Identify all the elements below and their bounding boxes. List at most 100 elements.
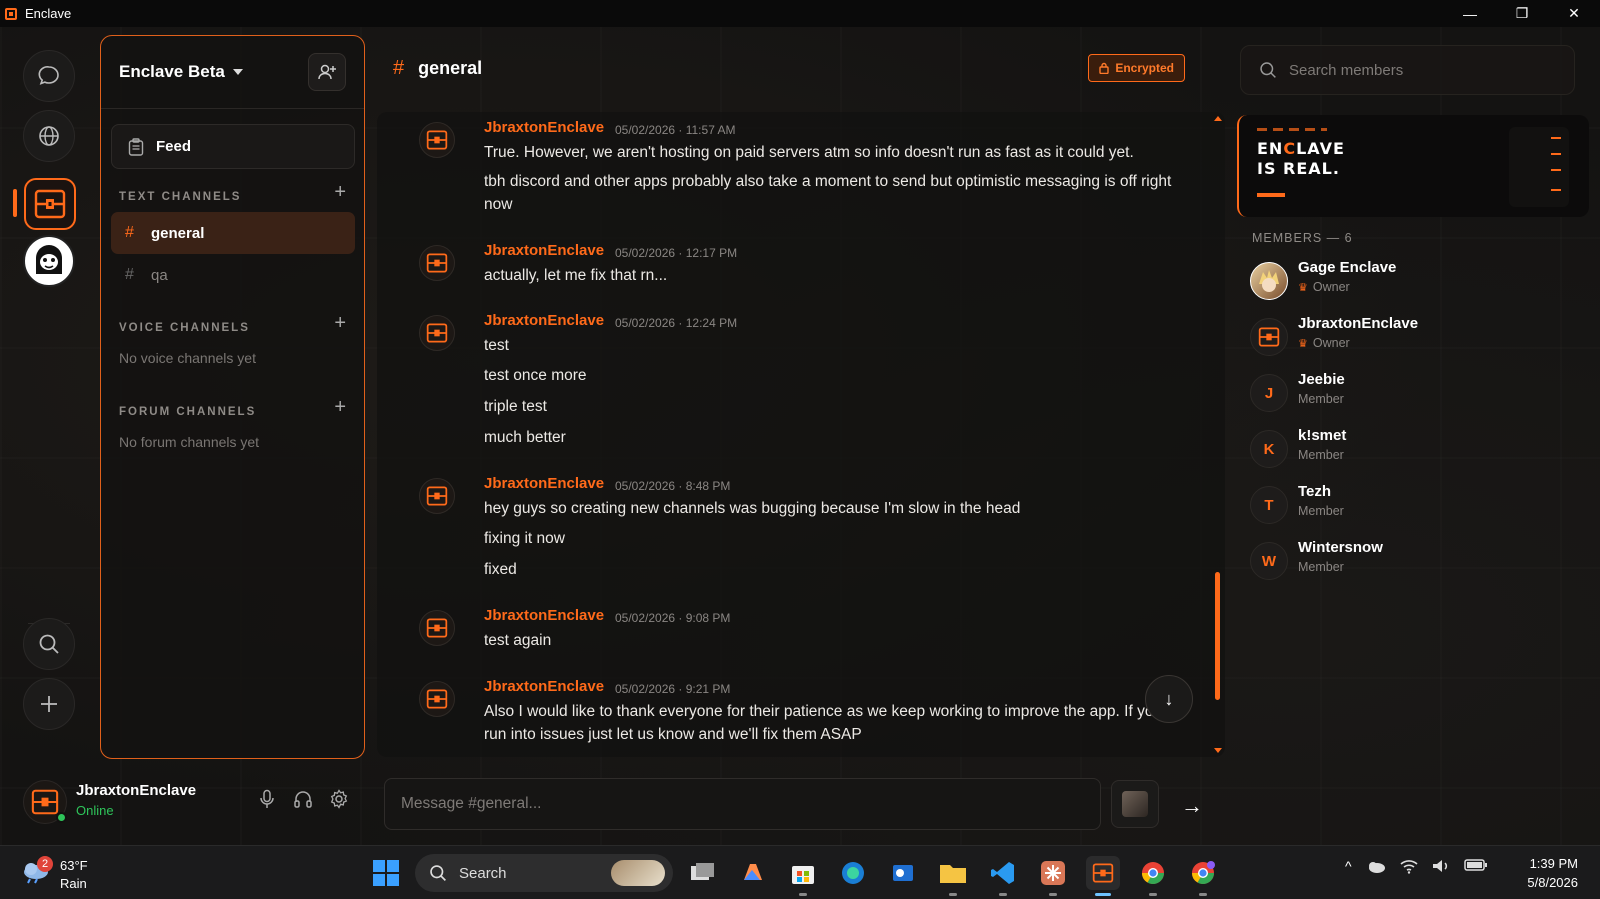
avatar[interactable] [419, 610, 455, 646]
outlook-icon [893, 865, 913, 881]
channel-item-general[interactable]: # general [111, 212, 355, 254]
search-icon [430, 865, 446, 881]
server-rail [10, 38, 88, 756]
vscode-button[interactable] [986, 856, 1020, 896]
user-settings-button[interactable] [328, 788, 350, 810]
window-controls: — ❐ ✕ [1444, 0, 1600, 27]
server-ghost[interactable] [23, 235, 75, 287]
copilot-button[interactable] [736, 856, 770, 890]
avatar[interactable] [419, 245, 455, 281]
avatar [1250, 262, 1288, 300]
weather-condition: Rain [60, 876, 87, 891]
direct-messages-button[interactable] [23, 50, 75, 102]
message-author[interactable]: JbraxtonEnclave [484, 678, 604, 695]
gear-icon [330, 789, 348, 809]
message-author[interactable]: JbraxtonEnclave [484, 312, 604, 329]
invite-people-button[interactable] [308, 53, 346, 91]
clipboard-icon [128, 137, 144, 156]
add-text-channel-button[interactable]: + [334, 182, 346, 202]
explore-servers-button[interactable] [23, 110, 75, 162]
message-author[interactable]: JbraxtonEnclave [484, 475, 604, 492]
globe-icon [39, 126, 59, 146]
add-voice-channel-button[interactable]: + [334, 313, 346, 333]
enclave-taskbar-button[interactable] [1086, 856, 1120, 896]
volume-icon[interactable] [1432, 858, 1450, 874]
message-text: Also I would like to thank everyone for … [484, 703, 1163, 743]
outlook-button[interactable] [886, 856, 920, 890]
voice-channels-heading: VOICE CHANNELS [119, 322, 250, 334]
battery-icon[interactable] [1463, 858, 1488, 872]
enclave-user-icon [31, 789, 59, 815]
member-name: Jeebie [1298, 371, 1345, 388]
start-button[interactable] [369, 856, 403, 890]
enclave-user-icon [426, 618, 448, 638]
message-author[interactable]: JbraxtonEnclave [484, 607, 604, 624]
message-author[interactable]: JbraxtonEnclave [484, 242, 604, 259]
channel-name: qa [151, 266, 168, 284]
scroll-down-arrow-icon[interactable] [1214, 748, 1222, 753]
edge-button[interactable] [836, 856, 870, 890]
send-button[interactable]: → [1172, 786, 1212, 826]
add-forum-channel-button[interactable]: + [334, 397, 346, 417]
chrome-profile-button[interactable] [1186, 856, 1220, 896]
message-input[interactable] [401, 795, 1100, 813]
message-timestamp: 05/02/2026 · 12:24 PM [615, 316, 738, 330]
avatar [1250, 318, 1288, 356]
message-list: JbraxtonEnclave 05/02/2026 · 11:57 AM Tr… [377, 112, 1225, 757]
close-button[interactable]: ✕ [1548, 0, 1600, 27]
minimize-button[interactable]: — [1444, 0, 1496, 27]
scroll-up-arrow-icon[interactable] [1214, 116, 1222, 121]
member-item[interactable]: JbraxtonEnclave ♛ Owner [1250, 313, 1570, 359]
avatar: K [1250, 430, 1288, 468]
avatar[interactable] [419, 122, 455, 158]
wifi-icon[interactable] [1400, 858, 1418, 874]
message-author[interactable]: JbraxtonEnclave [484, 119, 604, 136]
taskbar-search[interactable]: Search [415, 854, 673, 892]
message-scrollbar[interactable] [1213, 112, 1223, 757]
message-text: hey guys so creating new channels was bu… [484, 500, 1021, 517]
member-search-input[interactable] [1289, 61, 1549, 79]
system-tray: ^ [1345, 858, 1488, 874]
avatar[interactable] [419, 478, 455, 514]
chrome-button[interactable] [1136, 856, 1170, 896]
task-view-icon [691, 863, 714, 880]
feed-button[interactable]: Feed [111, 124, 355, 169]
scroll-thumb[interactable] [1215, 572, 1220, 700]
member-item[interactable]: J Jeebie Member [1250, 369, 1570, 415]
member-item[interactable]: T Tezh Member [1250, 481, 1570, 527]
attach-media-button[interactable] [1111, 780, 1159, 828]
banner-decoration [1257, 128, 1327, 131]
microsoft-store-button[interactable] [786, 856, 820, 896]
channel-item-qa[interactable]: # qa [111, 254, 355, 296]
enclave-user-icon [426, 486, 448, 506]
system-clock[interactable]: 1:39 PM 5/8/2026 [1527, 854, 1578, 892]
search-servers-button[interactable] [23, 618, 75, 670]
user-panel: JbraxtonEnclave Online [10, 762, 365, 824]
avatar: J [1250, 374, 1288, 412]
channel-sidebar: Enclave Beta Feed TEXT CHANNELS + # gene… [100, 35, 365, 759]
claude-button[interactable] [1036, 856, 1070, 896]
plus-icon [41, 696, 57, 712]
member-item[interactable]: Gage Enclave ♛ Owner [1250, 257, 1570, 303]
deafen-button[interactable] [292, 788, 314, 810]
server-enclave-beta[interactable] [24, 178, 76, 230]
task-view-button[interactable] [686, 856, 720, 890]
window-title: Enclave [25, 6, 72, 21]
onedrive-cloud-icon[interactable] [1366, 858, 1386, 874]
message-text: fixing it now [484, 530, 565, 547]
jump-to-latest-button[interactable]: ↓ [1145, 675, 1193, 723]
avatar[interactable] [419, 681, 455, 717]
active-indicator [1095, 893, 1111, 896]
server-header[interactable]: Enclave Beta [101, 36, 364, 109]
member-item[interactable]: W Wintersnow Member [1250, 537, 1570, 583]
tray-overflow-button[interactable]: ^ [1345, 858, 1352, 874]
add-server-button[interactable] [23, 678, 75, 730]
mute-button[interactable] [256, 788, 278, 810]
avatar[interactable] [419, 315, 455, 351]
message-text: much better [484, 429, 566, 446]
running-indicator [999, 893, 1007, 896]
message-text: actually, let me fix that rn... [484, 267, 668, 284]
member-item[interactable]: K k!smet Member [1250, 425, 1570, 471]
restore-button[interactable]: ❐ [1496, 0, 1548, 27]
file-explorer-button[interactable] [936, 856, 970, 896]
